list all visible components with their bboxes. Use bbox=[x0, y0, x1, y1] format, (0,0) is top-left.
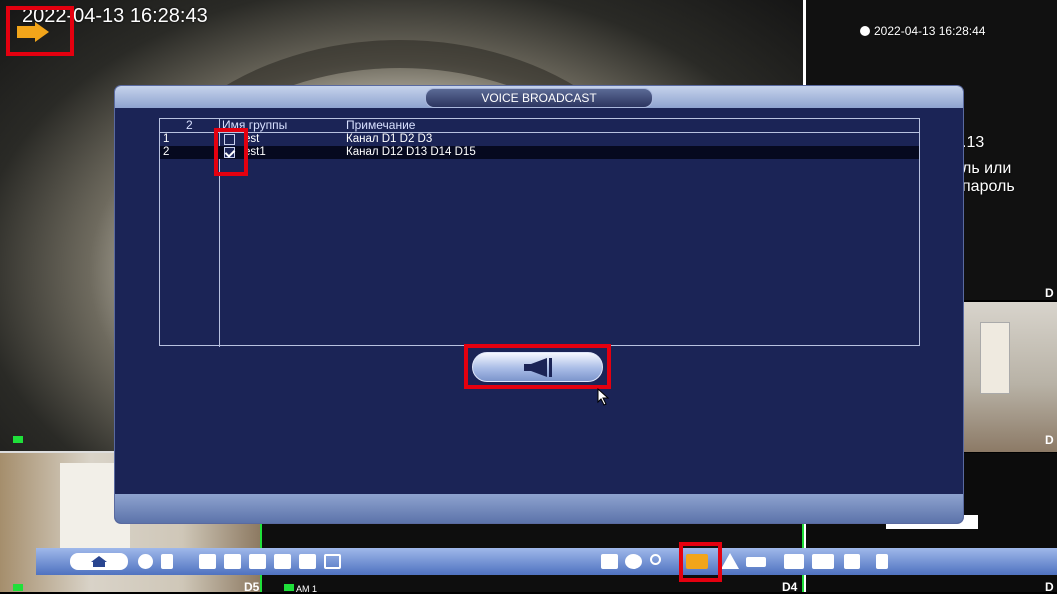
channel-label-am: AM 1 bbox=[296, 584, 318, 594]
door-shape bbox=[980, 322, 1010, 394]
table-row[interactable]: 2 est1 Канал D12 D13 D14 D15 bbox=[160, 146, 919, 159]
ptz-icon[interactable] bbox=[601, 554, 618, 569]
top-right-timestamp: 2022-04-13 16:28:44 bbox=[860, 24, 985, 38]
lock-icon[interactable] bbox=[161, 554, 173, 569]
color-icon[interactable] bbox=[625, 554, 642, 569]
count-header: 2 bbox=[186, 118, 193, 132]
settings-icon[interactable] bbox=[812, 554, 834, 569]
shutdown-icon[interactable] bbox=[876, 554, 888, 569]
layout-1-icon[interactable] bbox=[199, 554, 216, 569]
channel-label-right-1: D bbox=[1045, 286, 1054, 300]
row-index: 1 bbox=[163, 133, 170, 145]
login-hint-a: .13 bbox=[962, 134, 985, 151]
highlight-speaker-indicator bbox=[6, 6, 74, 56]
layout-9-icon[interactable] bbox=[299, 554, 316, 569]
layout-16-icon[interactable] bbox=[324, 554, 341, 569]
green-indicator-2 bbox=[13, 584, 23, 591]
dialog-footer bbox=[115, 494, 963, 523]
bottom-taskbar bbox=[36, 548, 1057, 575]
highlight-broadcast-button bbox=[464, 344, 611, 389]
mouse-cursor-icon bbox=[597, 388, 610, 406]
alarm-icon[interactable] bbox=[721, 553, 739, 569]
broadcast-group-table: 2 Имя группы Примечание 1 est Канал D1 D… bbox=[159, 118, 920, 347]
row-note: Канал D1 D2 D3 bbox=[346, 133, 433, 145]
network-icon[interactable] bbox=[784, 554, 804, 569]
layout-8-icon[interactable] bbox=[274, 554, 291, 569]
row-index: 2 bbox=[163, 146, 170, 158]
channel-label-right-2: D bbox=[1045, 433, 1054, 447]
green-indicator-3 bbox=[284, 584, 294, 591]
column-header-note[interactable]: Примечание bbox=[346, 119, 415, 132]
top-right-timestamp-text: 2022-04-13 16:28:44 bbox=[874, 24, 986, 38]
highlight-checkbox bbox=[214, 128, 248, 176]
dialog-title: VOICE BROADCAST bbox=[425, 88, 653, 108]
dialog-header: VOICE BROADCAST bbox=[115, 86, 963, 108]
home-button[interactable] bbox=[70, 553, 128, 570]
disk-icon[interactable] bbox=[844, 554, 860, 569]
camera-icon[interactable] bbox=[746, 557, 766, 567]
layout-6-icon[interactable] bbox=[249, 554, 266, 569]
camera-view-mid-right[interactable] bbox=[962, 302, 1057, 452]
login-hint-b: ль или пароль bbox=[962, 160, 1015, 195]
record-icon bbox=[860, 26, 870, 36]
table-row[interactable]: 1 est Канал D1 D2 D3 bbox=[160, 133, 919, 146]
home-icon bbox=[91, 556, 107, 567]
highlight-taskbar-broadcast bbox=[679, 542, 722, 582]
green-indicator-1 bbox=[13, 436, 23, 443]
back-icon[interactable] bbox=[138, 554, 153, 569]
layout-4-icon[interactable] bbox=[224, 554, 241, 569]
row-note: Канал D12 D13 D14 D15 bbox=[346, 146, 476, 158]
search-icon[interactable] bbox=[650, 554, 661, 565]
